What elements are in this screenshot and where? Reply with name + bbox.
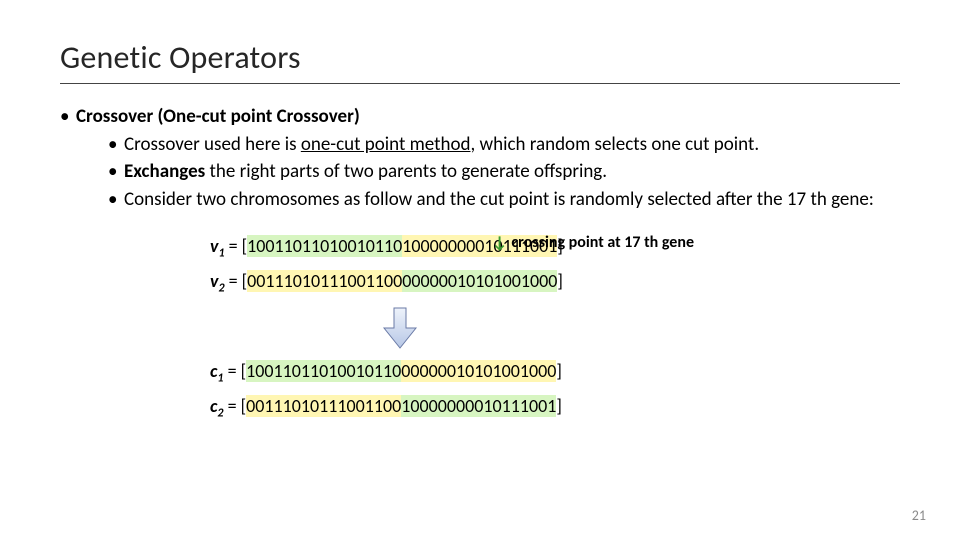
bullet-main-text: Crossover (One-cut point Crossover) — [76, 105, 360, 128]
page-number: 21 — [912, 507, 926, 524]
sub1-b: one-cut point method — [301, 133, 471, 156]
bullet-main: Crossover (One-cut point Crossover) Cros… — [60, 104, 900, 213]
slide: Genetic Operators Crossover (One-cut poi… — [0, 0, 960, 540]
slide-title: Genetic Operators — [60, 38, 900, 84]
crossing-point-annotation: ↓crossing point at 17 th gene — [492, 231, 694, 252]
c2-right: 10000000010111001 — [401, 395, 556, 417]
close4: ] — [556, 395, 562, 417]
close3: ] — [556, 360, 562, 382]
c1-left: 10011011010010110 — [246, 360, 401, 382]
sub2-b: the right parts of two parents to genera… — [205, 160, 607, 183]
sub1-c: , which random selects one cut point. — [470, 133, 759, 156]
v1-left: 10011011010010110 — [247, 235, 402, 257]
v2-left: 00111010111001100 — [247, 270, 402, 292]
v2-right: 00000010101001000 — [402, 270, 557, 292]
sub-item-3: Consider two chromosomes as follow and t… — [108, 187, 900, 213]
v1-sym: v1 — [210, 235, 225, 257]
sub-item-2: Exchanges the right parts of two parents… — [108, 159, 900, 185]
eq2: = [ — [225, 270, 248, 292]
close2: ] — [557, 270, 563, 292]
c1-sym: c1 — [210, 360, 224, 382]
c2-sym: c2 — [210, 395, 224, 417]
eq4: = [ — [224, 395, 247, 417]
v2-sym: v2 — [210, 270, 225, 292]
eq1: = [ — [225, 235, 248, 257]
sub1-a: Crossover used here is — [124, 133, 301, 156]
down-arrow-icon: ↓ — [492, 232, 507, 253]
annot-text: crossing point at 17 th gene — [511, 233, 694, 252]
crossover-diagram: ↓crossing point at 17 th gene v1 = [1001… — [210, 235, 900, 421]
sub-list: Crossover used here is one-cut point met… — [108, 132, 900, 213]
sub-item-1: Crossover used here is one-cut point met… — [108, 132, 900, 158]
child-c2: c2 = [0011101011100110010000000010111001… — [210, 395, 900, 421]
sub2-a: Exchanges — [124, 160, 205, 183]
parent-v2: v2 = [0011101011100110000000010101001000… — [210, 270, 900, 296]
c2-left: 00111010111001100 — [246, 395, 401, 417]
child-c1: c1 = [1001101101001011000000010101001000… — [210, 360, 900, 386]
eq3: = [ — [224, 360, 247, 382]
offspring-arrow-icon — [380, 306, 900, 350]
c1-right: 00000010101001000 — [401, 360, 556, 382]
bullet-list: Crossover (One-cut point Crossover) Cros… — [60, 104, 900, 213]
